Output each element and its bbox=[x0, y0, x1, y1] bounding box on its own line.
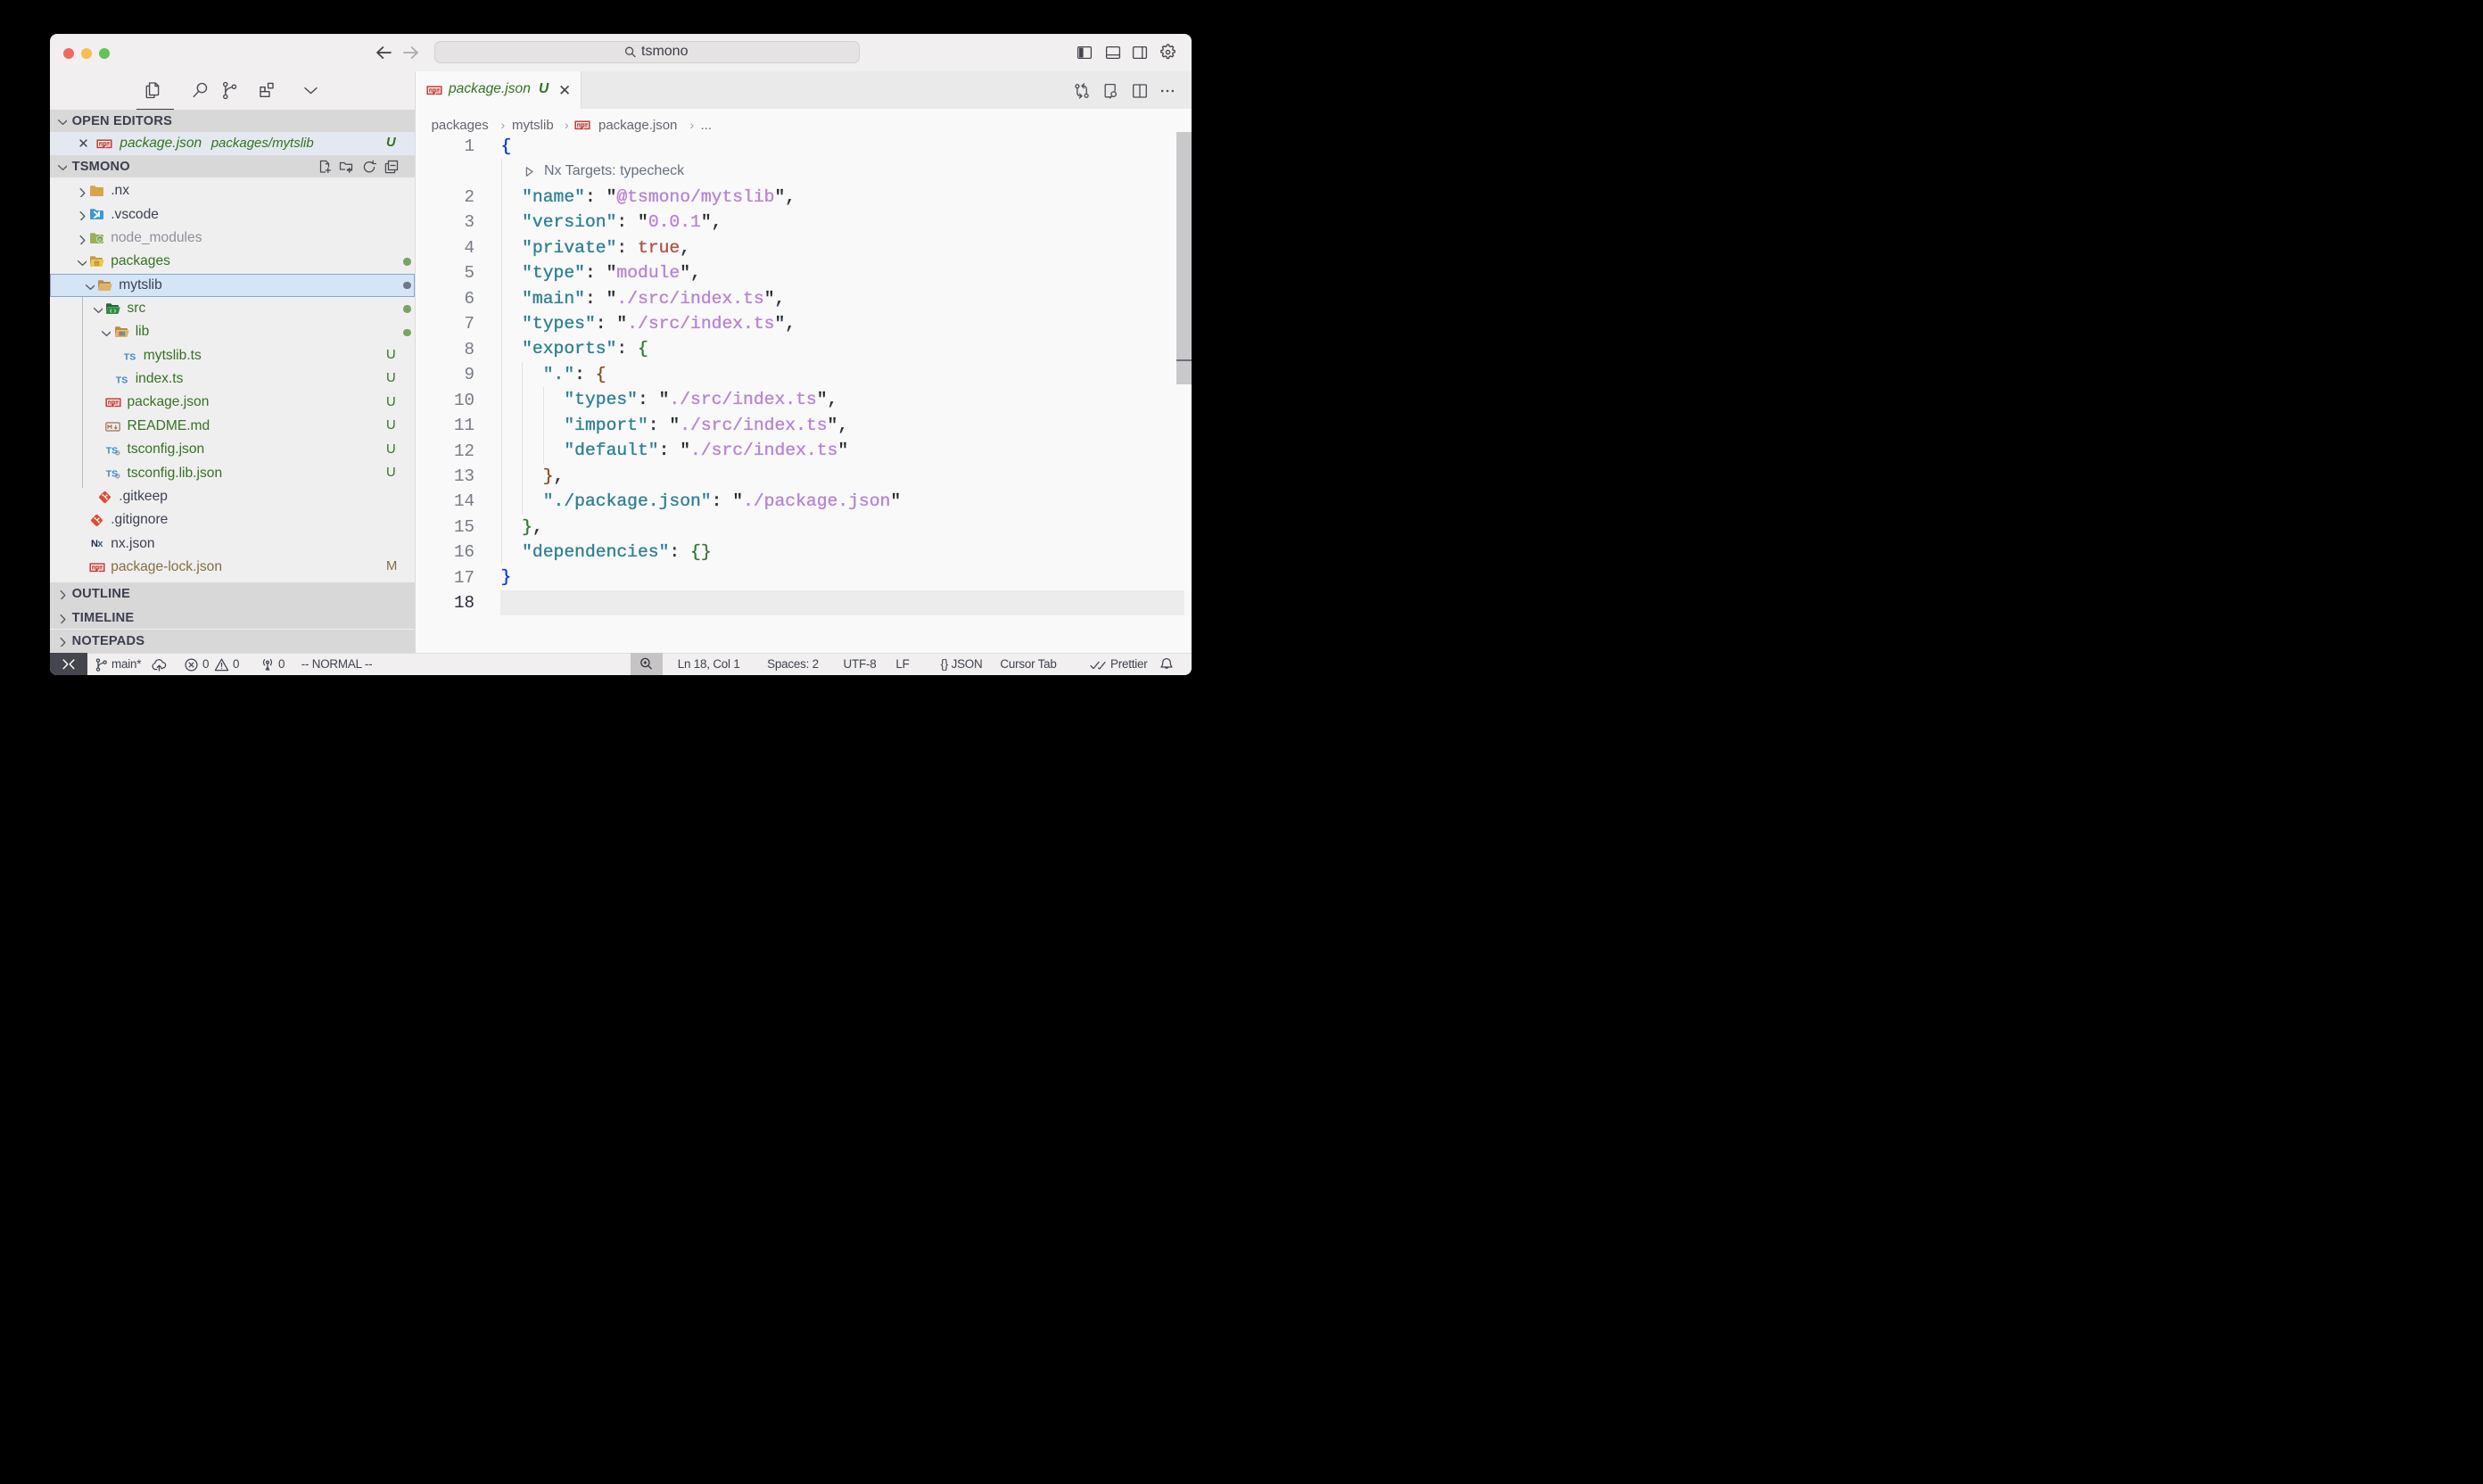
svg-text:TS: TS bbox=[123, 351, 135, 362]
svg-text:js: js bbox=[98, 237, 103, 242]
svg-text:TS: TS bbox=[115, 375, 127, 385]
svg-text:Nx: Nx bbox=[91, 540, 103, 550]
